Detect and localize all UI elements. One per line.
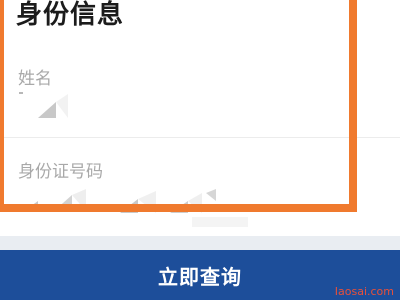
name-value-redacted — [16, 88, 316, 122]
name-label: 姓名 — [18, 69, 52, 89]
identity-info-card: 身份信息 姓名 身份证号码 — [0, 0, 400, 236]
section-title: 身份信息 — [16, 0, 125, 30]
name-field[interactable]: 姓名 — [0, 56, 400, 138]
id-number-label: 身份证号码 — [18, 162, 103, 182]
site-watermark: Iaosai.com — [334, 285, 394, 298]
screen: 身份信息 姓名 身份证号码 立即查询 Iaosai.com — [0, 0, 400, 300]
id-number-value-redacted — [16, 187, 256, 227]
id-number-field[interactable]: 身份证号码 — [0, 139, 400, 231]
